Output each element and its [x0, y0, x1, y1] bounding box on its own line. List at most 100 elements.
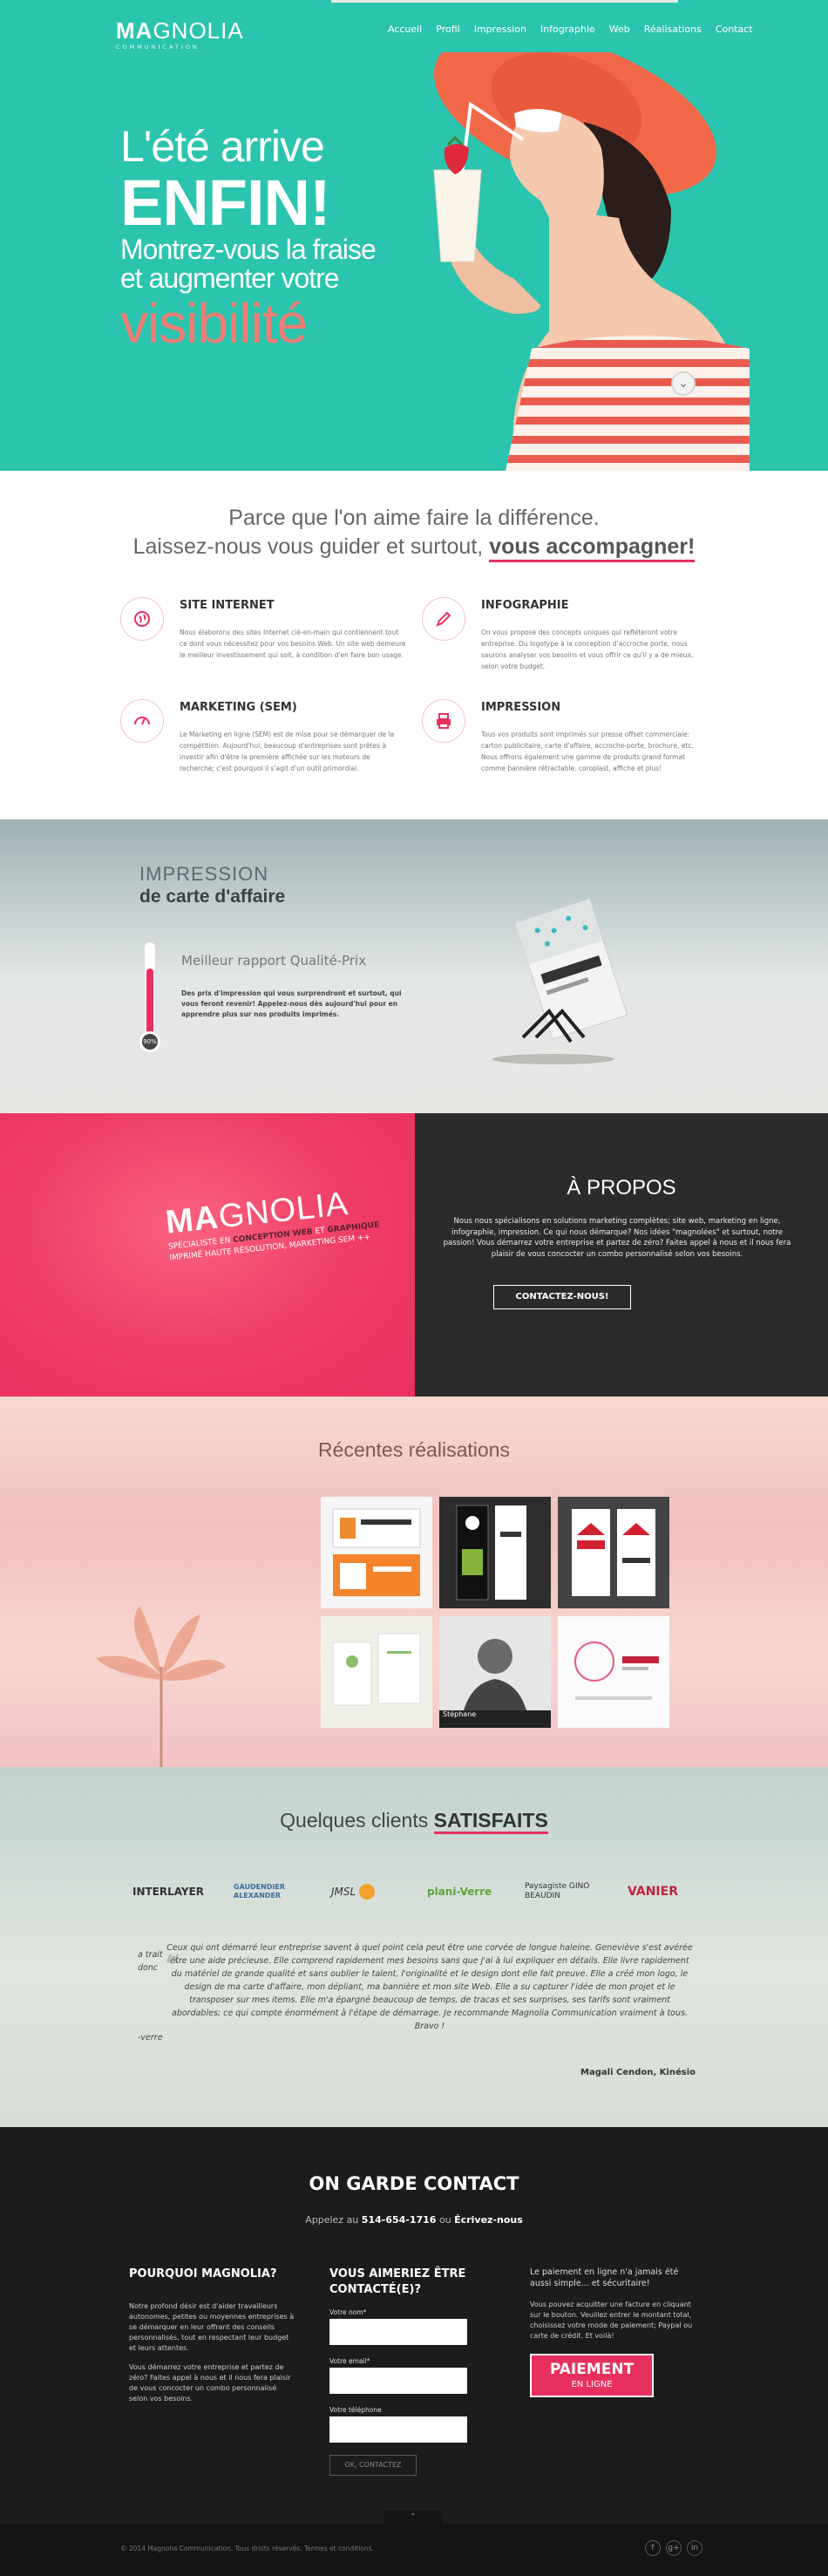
phone-field[interactable] — [329, 2416, 467, 2443]
footer: © 2014 Magnolia Communication. Tous droi… — [0, 2524, 828, 2576]
service-desc: Le Marketing en ligne (SEM) est de mise … — [180, 731, 395, 772]
hero-line-2: ENFIN! — [120, 167, 331, 239]
impression-title: IMPRESSION — [139, 863, 269, 885]
portfolio-item-3[interactable] — [558, 1497, 669, 1608]
impression-tagline: Meilleur rapport Qualité-Prix — [181, 953, 367, 969]
logo-subtitle: COMMUNICATION — [116, 44, 200, 51]
client-logo-alexander: GAUDENDIER ALEXANDER — [234, 1883, 286, 1900]
service-title: IMPRESSION — [481, 701, 561, 714]
nav-profil[interactable]: Profil — [436, 24, 459, 35]
hero-section: MAGNOLIA COMMUNICATION Accueil Profil Im… — [0, 0, 828, 471]
name-label: Votre nom* — [329, 2308, 367, 2316]
contact-callout: Appelez au 514-654-1716 ou Écrivez-nous — [305, 2214, 523, 2226]
chevron-up-icon: ⌃ — [409, 2512, 417, 2522]
testimonial-side-text: a trait donc — [138, 1950, 163, 1973]
plant-illustration — [96, 1606, 227, 1767]
clients-section: Quelques clients SATISFAITS INTERLAYER G… — [0, 1767, 828, 2127]
why-text-1: Notre profond désir est d'aider travaill… — [129, 2302, 295, 2352]
nav-contact[interactable]: Contact — [716, 24, 753, 35]
facebook-icon[interactable]: f — [645, 2540, 661, 2556]
phone-label: Votre téléphone — [329, 2406, 382, 2414]
payment-column: Le paiement en ligne n'a jamais été auss… — [530, 2267, 696, 2342]
contact-section: ON GARDE CONTACT Appelez au 514-654-1716… — [0, 2127, 828, 2524]
main-nav: Accueil Profil Impression Infographie We… — [388, 24, 767, 35]
client-logo-plani-verre: plani-Verre — [427, 1886, 492, 1898]
portfolio-section: Récentes réalisations Stéphane — [0, 1397, 828, 1767]
client-logo-gino-beaudin: Paysagiste GINO BEAUDIN — [525, 1882, 590, 1900]
service-desc: On vous propose des concepts uniques qui… — [481, 629, 694, 670]
send-button[interactable]: OK, CONTACTEZ — [329, 2455, 417, 2476]
payment-intro: Le paiement en ligne n'a jamais été auss… — [530, 2267, 679, 2288]
client-logo-vanier: VANIER — [628, 1885, 678, 1899]
gauge-icon — [120, 699, 164, 743]
form-title: VOUS AIMERIEZ ÊTRE CONTACTÉ(E)? — [329, 2267, 466, 2296]
nav-impression[interactable]: Impression — [474, 24, 526, 35]
client-logo-jmsl: JMSL — [331, 1880, 376, 1903]
about-panel: À PROPOS Nous nous spécialisons en solut… — [415, 1113, 828, 1397]
about-text: Nous nous spécialisons en solutions mark… — [443, 1217, 791, 1259]
service-title: MARKETING (SEM) — [180, 701, 297, 714]
copyright: © 2014 Magnolia Communication. Tous droi… — [120, 2545, 374, 2552]
testimonial-author: Magali Cendon, Kinésio — [580, 2068, 696, 2077]
site-logo[interactable]: MAGNOLIA COMMUNICATION — [116, 17, 244, 51]
write-us-link[interactable]: Écrivez-nous — [454, 2214, 523, 2226]
email-label: Votre email* — [329, 2357, 370, 2365]
hero-line-3: Montrez-vous la fraise — [120, 234, 377, 265]
portfolio-item-1[interactable] — [321, 1497, 432, 1608]
portfolio-item-5[interactable]: Stéphane — [439, 1616, 551, 1728]
hero-woman-illustration — [433, 52, 750, 471]
service-title: SITE INTERNET — [180, 599, 275, 612]
why-magnolia-column: POURQUOI MAGNOLIA? Notre profond désir e… — [129, 2267, 295, 2404]
client-logo-interlayer: INTERLAYER — [132, 1886, 205, 1898]
printer-icon — [422, 699, 465, 743]
hero-line-5: visibilité — [120, 292, 308, 355]
services-section: Parce que l'on aime faire la différence.… — [0, 471, 828, 819]
contact-us-button[interactable]: CONTACTEZ-NOUS! — [493, 1285, 631, 1309]
business-card-illustration — [492, 898, 628, 1064]
portfolio-caption: Stéphane — [443, 1710, 477, 1718]
online-payment-button[interactable]: PAIEMENT EN LIGNE — [530, 2354, 654, 2397]
linkedin-icon[interactable]: in — [687, 2540, 702, 2556]
nav-infographie[interactable]: Infographie — [540, 24, 595, 35]
portfolio-title: Récentes réalisations — [318, 1438, 510, 1461]
payment-text: Vous pouvez acquitter une facture en cli… — [530, 2301, 693, 2340]
contact-form: VOUS AIMERIEZ ÊTRE CONTACTÉ(E)? Votre no… — [329, 2267, 486, 2476]
impression-section: IMPRESSION de carte d'affaire 90% Meille… — [0, 819, 828, 1113]
gauge-label: 90% — [139, 1031, 160, 1052]
services-headline: Parce que l'on aime faire la différence.… — [0, 504, 828, 562]
contact-title: ON GARDE CONTACT — [309, 2173, 519, 2194]
impression-subtitle: de carte d'affaire — [139, 887, 286, 907]
top-accent-line — [331, 0, 678, 3]
testimonial-quote: Ceux qui ont démarré leur entreprise sav… — [166, 1943, 693, 2031]
hero-line-1: L'été arrive — [120, 122, 325, 171]
google-plus-icon[interactable]: g+ — [666, 2540, 682, 2556]
globe-icon — [120, 597, 164, 641]
nav-accueil[interactable]: Accueil — [388, 24, 422, 35]
why-title: POURQUOI MAGNOLIA? — [129, 2267, 277, 2280]
phone-link[interactable]: 514-654-1716 — [362, 2214, 437, 2226]
gauge-fill — [146, 969, 153, 1036]
testimonial-side-text-2: -verre — [138, 2033, 163, 2042]
nav-web[interactable]: Web — [609, 24, 630, 35]
impression-desc: Des prix d'impression qui vous surprendr… — [181, 989, 402, 1018]
quality-gauge: 90% — [139, 941, 160, 1055]
portfolio-item-2[interactable] — [439, 1497, 551, 1608]
magnolia-logo: MAGNOLIA SPÉCIALISTE EN CONCEPTION WEB E… — [164, 1181, 396, 1265]
scroll-down-button[interactable]: ⌄ — [671, 371, 696, 396]
portfolio-item-4[interactable] — [321, 1616, 432, 1728]
nav-realisations[interactable]: Réalisations — [644, 24, 702, 35]
clients-title: Quelques clients SATISFAITS — [0, 1809, 828, 1834]
name-field[interactable] — [329, 2319, 467, 2345]
about-brand-panel: MAGNOLIA SPÉCIALISTE EN CONCEPTION WEB E… — [0, 1113, 415, 1397]
chevron-down-icon: ⌄ — [678, 377, 689, 391]
hero-line-4: et augmenter votre — [120, 262, 340, 294]
service-desc: Nous élaborons des sites Internet clé-en… — [180, 629, 406, 659]
portfolio-item-6[interactable] — [558, 1616, 669, 1728]
service-desc: Tous vos produits sont imprimés sur pres… — [481, 731, 694, 772]
why-text-2: Vous démarrez votre entreprise et partez… — [129, 2363, 291, 2403]
email-field[interactable] — [329, 2368, 467, 2394]
about-title: À PROPOS — [567, 1176, 676, 1200]
hero-headline: L'été arrive ENFIN! Montrez-vous la frai… — [120, 122, 377, 355]
pencil-icon — [422, 597, 465, 641]
service-title: INFOGRAPHIE — [481, 599, 569, 612]
